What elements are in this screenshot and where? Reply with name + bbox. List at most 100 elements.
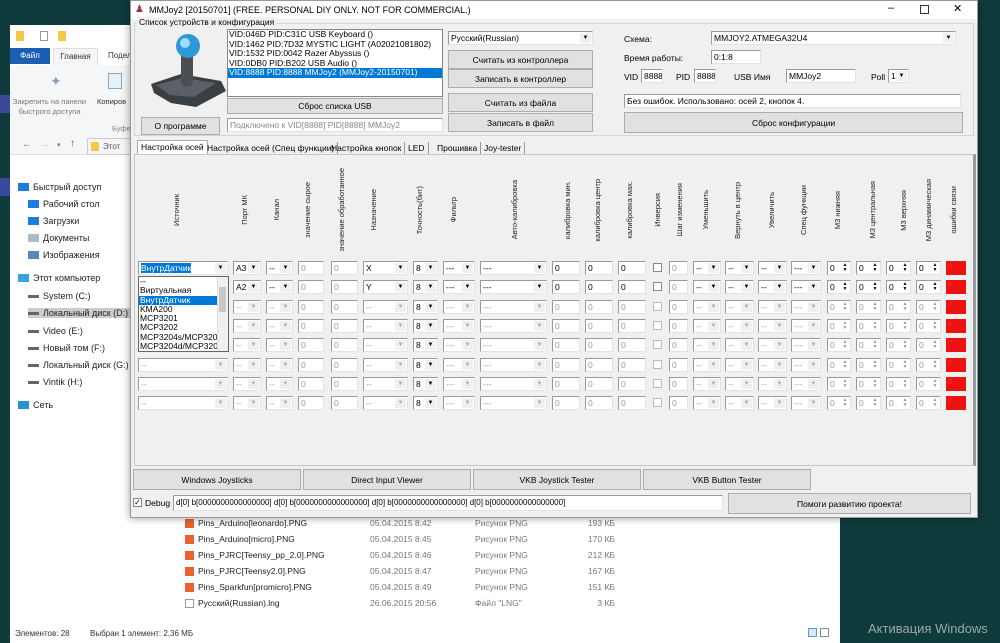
axis-cal-center-field[interactable]: 0	[585, 280, 613, 294]
axis-special-select[interactable]: --- ▼	[791, 300, 821, 314]
spinner-arrows-icon[interactable]: ▲ ▼	[871, 321, 879, 331]
axis-channel-select[interactable]: -- ▼	[266, 280, 293, 294]
axis-processed-field[interactable]: 0	[331, 261, 358, 275]
axis-processed-field[interactable]: 0	[331, 338, 358, 352]
axis-port-select[interactable]: -- ▼	[233, 338, 261, 352]
axis-processed-field[interactable]: 0	[331, 280, 358, 294]
reset-usb-list-button[interactable]: Сброс списка USB	[227, 98, 443, 114]
file-row[interactable]: Pins_Arduino[micro].PNG 05.04.2015 8:45 Ри…	[185, 532, 645, 547]
axis-cal-min-field[interactable]: 0	[552, 280, 580, 294]
axis-source-select[interactable]: -- ▼	[138, 377, 228, 391]
nav-item[interactable]: Документы	[28, 233, 89, 243]
nav-item[interactable]: Быстрый доступ	[18, 182, 101, 192]
scrollbar-thumb[interactable]	[219, 287, 226, 312]
axis-step-field[interactable]: 0	[669, 358, 688, 372]
spinner-arrows-icon[interactable]: ▲ ▼	[841, 282, 849, 292]
axis-increase-select[interactable]: -- ▼	[758, 358, 787, 372]
spinner-arrows-icon[interactable]: ▲ ▼	[871, 282, 879, 292]
axis-precision-select[interactable]: 8 ▼	[413, 377, 438, 391]
nav-item[interactable]: Этот компьютер	[18, 273, 100, 283]
spinner-arrows-icon[interactable]: ▲ ▼	[931, 398, 939, 408]
axis-cal-max-field[interactable]: 0	[618, 358, 646, 372]
axis-increase-select[interactable]: -- ▼	[758, 396, 787, 410]
inversion-checkbox[interactable]	[653, 302, 662, 311]
scheme-select[interactable]: MMJOY2.ATMEGA32U4 ▼	[711, 31, 956, 45]
spinner-arrows-icon[interactable]: ▲ ▼	[871, 340, 879, 350]
axis-step-field[interactable]: 0	[669, 280, 688, 294]
axis-precision-select[interactable]: 8 ▼	[413, 358, 438, 372]
new-folder-icon[interactable]	[58, 31, 66, 41]
ribbon-tab-home[interactable]: Главная	[53, 48, 98, 65]
axis-m3-center-spinner[interactable]: 0 ▲ ▼	[856, 396, 881, 410]
axis-port-select[interactable]: -- ▼	[233, 358, 261, 372]
axis-m3-center-spinner[interactable]: 0 ▲ ▼	[856, 358, 881, 372]
axis-assign-select[interactable]: -- ▼	[363, 396, 408, 410]
axis-source-select[interactable]: -- ▼	[138, 396, 228, 410]
axis-m3-high-spinner[interactable]: 0 ▲ ▼	[886, 280, 911, 294]
axis-processed-field[interactable]: 0	[331, 300, 358, 314]
axis-return-center-select[interactable]: -- ▼	[725, 338, 754, 352]
poll-select[interactable]: 1 ▼	[888, 69, 909, 83]
axis-autocal-select[interactable]: --- ▼	[480, 396, 547, 410]
axis-assign-select[interactable]: -- ▼	[363, 358, 408, 372]
minimize-button[interactable]: –	[888, 2, 894, 14]
tool-button[interactable]: VKB Joystick Tester	[473, 469, 641, 490]
copy-button[interactable]: Копиров	[97, 97, 126, 106]
axis-m3-center-spinner[interactable]: 0 ▲ ▼	[856, 338, 881, 352]
axis-cal-min-field[interactable]: 0	[552, 261, 580, 275]
axis-cal-min-field[interactable]: 0	[552, 358, 580, 372]
axis-m3-dynamic-spinner[interactable]: 0 ▲ ▼	[916, 377, 941, 391]
axis-m3-dynamic-spinner[interactable]: 0 ▲ ▼	[916, 338, 941, 352]
axis-precision-select[interactable]: 8 ▼	[413, 338, 438, 352]
vid-field[interactable]: 8888	[641, 69, 663, 83]
axis-special-select[interactable]: --- ▼	[791, 338, 821, 352]
spinner-arrows-icon[interactable]: ▲ ▼	[901, 263, 909, 273]
axis-return-center-select[interactable]: -- ▼	[725, 377, 754, 391]
file-row[interactable]: Pins_PJRC[Teensy_pp_2.0].PNG 05.04.2015 8…	[185, 548, 645, 563]
large-icons-view-icon[interactable]	[820, 628, 829, 637]
axis-raw-field[interactable]: 0	[298, 319, 324, 333]
spinner-arrows-icon[interactable]: ▲ ▼	[931, 282, 939, 292]
spinner-arrows-icon[interactable]: ▲ ▼	[931, 379, 939, 389]
axis-autocal-select[interactable]: --- ▼	[480, 377, 547, 391]
spinner-arrows-icon[interactable]: ▲ ▼	[871, 360, 879, 370]
axis-raw-field[interactable]: 0	[298, 396, 324, 410]
nav-item[interactable]: Video (E:)	[28, 326, 83, 336]
axis-cal-max-field[interactable]: 0	[618, 300, 646, 314]
axis-step-field[interactable]: 0	[669, 261, 688, 275]
axis-cal-center-field[interactable]: 0	[585, 319, 613, 333]
axis-decrease-select[interactable]: -- ▼	[693, 261, 721, 275]
axis-cal-max-field[interactable]: 0	[618, 261, 646, 275]
nav-item[interactable]: Рабочий стол	[28, 199, 100, 209]
axis-filter-select[interactable]: --- ▼	[443, 396, 475, 410]
axis-m3-low-spinner[interactable]: 0 ▲ ▼	[827, 396, 851, 410]
axis-m3-low-spinner[interactable]: 0 ▲ ▼	[827, 377, 851, 391]
axis-m3-center-spinner[interactable]: 0 ▲ ▼	[856, 319, 881, 333]
axis-cal-center-field[interactable]: 0	[585, 377, 613, 391]
axis-precision-select[interactable]: 8 ▼	[413, 280, 438, 294]
pid-field[interactable]: 8888	[694, 69, 716, 83]
axis-m3-high-spinner[interactable]: 0 ▲ ▼	[886, 377, 911, 391]
axis-special-select[interactable]: --- ▼	[791, 261, 821, 275]
axis-m3-high-spinner[interactable]: 0 ▲ ▼	[886, 338, 911, 352]
spinner-arrows-icon[interactable]: ▲ ▼	[841, 263, 849, 273]
axis-raw-field[interactable]: 0	[298, 261, 324, 275]
spinner-arrows-icon[interactable]: ▲ ▼	[901, 321, 909, 331]
axis-cal-center-field[interactable]: 0	[585, 300, 613, 314]
axis-m3-high-spinner[interactable]: 0 ▲ ▼	[886, 261, 911, 275]
axis-step-field[interactable]: 0	[669, 377, 688, 391]
dropdown-option[interactable]: MCP3204d/MCP3208	[139, 341, 228, 351]
axis-channel-select[interactable]: -- ▼	[266, 338, 293, 352]
axis-raw-field[interactable]: 0	[298, 300, 324, 314]
axis-decrease-select[interactable]: -- ▼	[693, 319, 721, 333]
axis-return-center-select[interactable]: -- ▼	[725, 261, 754, 275]
axis-decrease-select[interactable]: -- ▼	[693, 377, 721, 391]
axis-assign-select[interactable]: -- ▼	[363, 300, 408, 314]
spinner-arrows-icon[interactable]: ▲ ▼	[841, 398, 849, 408]
axis-raw-field[interactable]: 0	[298, 358, 324, 372]
spinner-arrows-icon[interactable]: ▲ ▼	[841, 379, 849, 389]
forward-arrow-icon[interactable]: →	[40, 139, 50, 150]
axis-special-select[interactable]: --- ▼	[791, 377, 821, 391]
axis-special-select[interactable]: --- ▼	[791, 319, 821, 333]
read-from-file-button[interactable]: Считать из файла	[448, 93, 593, 112]
